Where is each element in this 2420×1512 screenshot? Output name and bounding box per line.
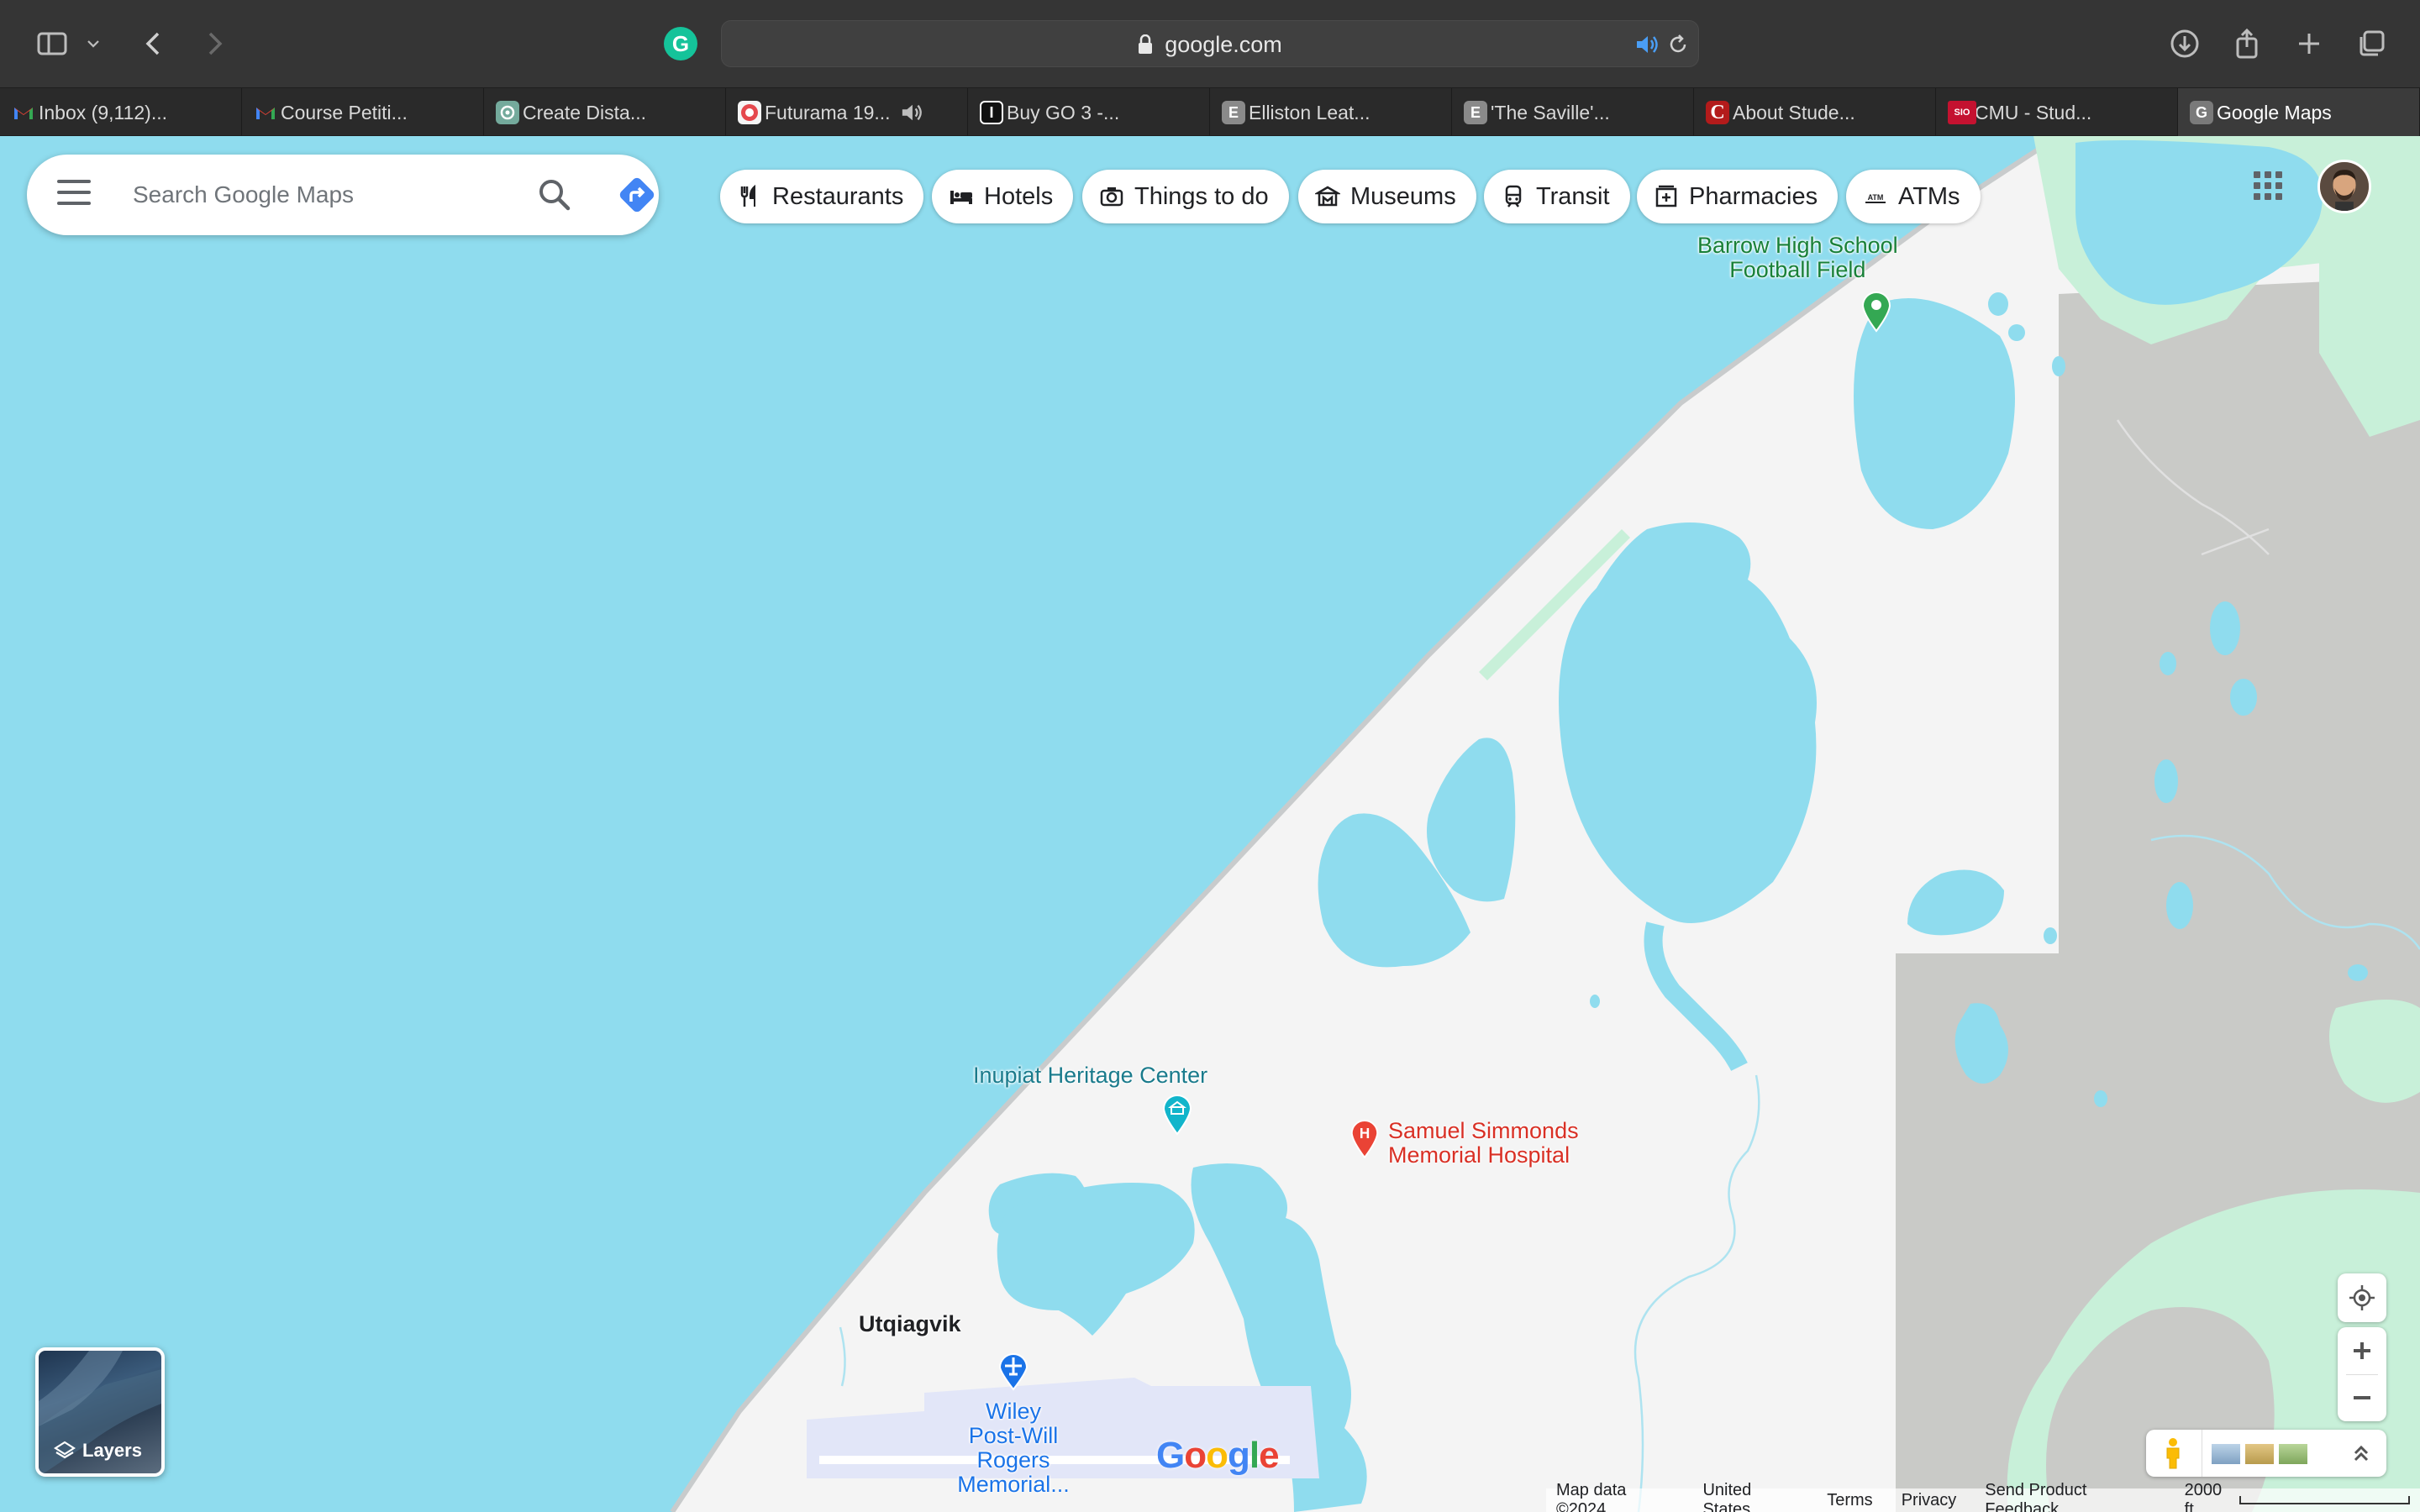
letter-g-icon: G: [2190, 101, 2213, 124]
lock-icon: [1139, 34, 1153, 54]
tab-audio-icon[interactable]: [899, 102, 924, 123]
terrain-thumb[interactable]: [2244, 1442, 2275, 1466]
map-data-text: Map data ©2024: [1556, 1481, 1627, 1512]
heritage-center-label[interactable]: Inupiat Heritage Center: [973, 1063, 1207, 1088]
tab-bar: Inbox (9,112)... Course Petiti... Create…: [0, 87, 2420, 137]
tab-inbox[interactable]: Inbox (9,112)...: [0, 88, 242, 137]
avatar[interactable]: [2317, 160, 2371, 213]
satellite-thumb[interactable]: [2210, 1442, 2242, 1466]
layers-button[interactable]: Layers: [35, 1347, 165, 1477]
tab-saville[interactable]: E 'The Saville'...: [1452, 88, 1694, 137]
letter-e-icon: E: [1222, 101, 1245, 124]
browser-toolbar: G google.com: [0, 0, 2420, 87]
map-canvas[interactable]: Restaurants Hotels Things to do Museums …: [0, 136, 2420, 1512]
airport-label[interactable]: Wiley Post-Will Rogers Memorial...: [948, 1399, 1079, 1497]
tab-course-petition[interactable]: Course Petiti...: [242, 88, 484, 137]
fork-knife-icon: [740, 184, 755, 207]
chip-things-to-do[interactable]: Things to do: [1082, 170, 1289, 223]
chip-atms[interactable]: ATM ATMs: [1846, 170, 1981, 223]
forward-icon[interactable]: [195, 25, 232, 62]
feedback-link[interactable]: Send Product Feedback: [1985, 1481, 2155, 1512]
speaker-icon[interactable]: [1634, 33, 1660, 56]
privacy-link[interactable]: Privacy: [1902, 1491, 1957, 1510]
my-location-icon: [2349, 1285, 2375, 1310]
region-link[interactable]: United States: [1702, 1481, 1798, 1512]
train-icon: [1505, 185, 1522, 207]
hamburger-menu-icon[interactable]: [57, 180, 91, 210]
map-footer: Map data ©2024 United States Terms Priva…: [1546, 1481, 2420, 1512]
layers-icon: [54, 1441, 76, 1459]
camera-icon: [1100, 187, 1123, 207]
tab-buy-go3[interactable]: I Buy GO 3 -...: [968, 88, 1210, 137]
pegman-icon[interactable]: [2163, 1436, 2183, 1470]
google-logo: Google: [1156, 1435, 1280, 1476]
terms-link[interactable]: Terms: [1827, 1491, 1872, 1510]
my-location-button[interactable]: [2338, 1273, 2386, 1322]
google-apps-icon[interactable]: [2254, 171, 2282, 200]
tab-futurama[interactable]: Futurama 19...: [726, 88, 968, 137]
tab-about-student[interactable]: C About Stude...: [1694, 88, 1936, 137]
museum-pin-icon[interactable]: [1160, 1090, 1195, 1136]
back-icon[interactable]: [136, 25, 173, 62]
minus-icon: [2354, 1396, 2370, 1399]
chevron-up-icon[interactable]: [2349, 1441, 2373, 1465]
address-bar[interactable]: google.com: [721, 20, 1699, 67]
hospital-label[interactable]: Samuel Simmonds Memorial Hospital: [1388, 1119, 1579, 1168]
sio-icon: SIO: [1948, 101, 1976, 124]
tab-elliston[interactable]: E Elliston Leat...: [1210, 88, 1452, 137]
stadium-pin-icon[interactable]: [1859, 287, 1894, 333]
tab-google-maps[interactable]: G Google Maps: [2178, 88, 2420, 137]
svg-text:ATM: ATM: [1868, 193, 1884, 202]
museum-icon: [1315, 186, 1340, 207]
share-icon[interactable]: [2228, 25, 2265, 62]
map-base-layer: [670, 136, 2420, 1512]
new-tab-icon[interactable]: [2291, 25, 2328, 62]
zoom-in-button[interactable]: [2338, 1327, 2386, 1374]
chip-restaurants[interactable]: Restaurants: [720, 170, 924, 223]
search-input[interactable]: [133, 173, 502, 217]
chip-transit[interactable]: Transit: [1484, 170, 1630, 223]
chatgpt-icon: [496, 101, 519, 124]
tab-create-distance[interactable]: Create Dista...: [484, 88, 726, 137]
video-icon: [738, 101, 761, 124]
plus-icon: [2354, 1342, 2370, 1359]
downloads-icon[interactable]: [2166, 25, 2203, 62]
tab-cmu-student[interactable]: SIO CMU - Stud...: [1936, 88, 2178, 137]
zoom-out-button[interactable]: [2338, 1374, 2386, 1421]
gmail-icon: [256, 108, 275, 119]
city-label[interactable]: Utqiagvik: [859, 1312, 961, 1336]
url-text: google.com: [1165, 31, 1282, 57]
pharmacy-icon: [1655, 185, 1677, 207]
letter-e-icon: E: [1464, 101, 1487, 124]
hospital-pin-icon[interactable]: H: [1348, 1114, 1381, 1161]
sidebar-toggle-icon[interactable]: [34, 25, 71, 62]
football-field-label[interactable]: Barrow High School Football Field: [1697, 234, 1898, 282]
reload-icon[interactable]: [1666, 33, 1690, 56]
zoom-controls: [2338, 1327, 2386, 1421]
chip-museums[interactable]: Museums: [1298, 170, 1476, 223]
traffic-thumb[interactable]: [2277, 1442, 2309, 1466]
site-i-icon: I: [980, 101, 1003, 124]
gmail-icon: [14, 108, 33, 119]
chip-hotels[interactable]: Hotels: [932, 170, 1074, 223]
directions-icon[interactable]: [615, 173, 659, 217]
grammarly-extension-icon[interactable]: G: [664, 27, 697, 60]
airport-pin-icon[interactable]: [995, 1349, 1032, 1391]
chevron-down-icon[interactable]: [81, 25, 106, 62]
letter-c-icon: C: [1706, 101, 1729, 124]
bed-icon: [950, 191, 972, 204]
scale-indicator[interactable]: 2000 ft: [2185, 1481, 2410, 1512]
atm-icon: ATM: [1865, 193, 1886, 203]
map-type-bar: [2146, 1430, 2386, 1477]
tab-overview-icon[interactable]: [2353, 25, 2390, 62]
svg-text:H: H: [1360, 1125, 1370, 1142]
chip-pharmacies[interactable]: Pharmacies: [1637, 170, 1839, 223]
search-icon[interactable]: [534, 175, 575, 215]
search-box: [27, 155, 659, 235]
